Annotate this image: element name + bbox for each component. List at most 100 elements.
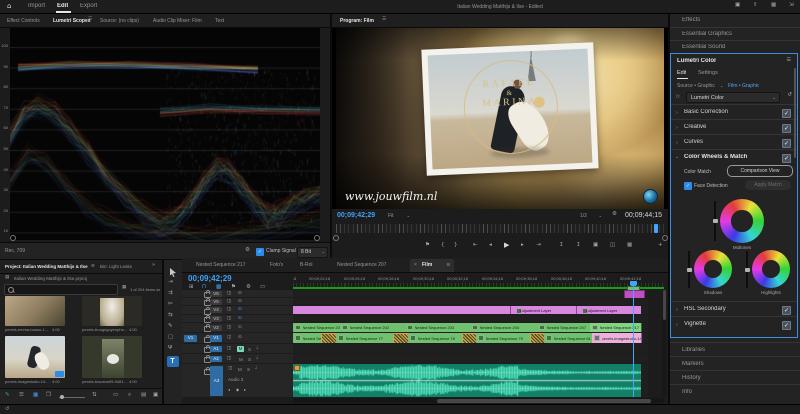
- maximize-icon[interactable]: ⇲: [789, 3, 794, 9]
- tab-effect-controls[interactable]: Effect Controls: [7, 18, 40, 24]
- panel-menu-icon[interactable]: ☰: [91, 264, 95, 268]
- timeline-clip[interactable]: Nested Sequence 78: [408, 333, 463, 343]
- tab-export[interactable]: Export: [80, 3, 97, 9]
- mute-button[interactable]: M: [238, 367, 242, 372]
- share-icon[interactable]: ⇧: [753, 3, 758, 9]
- panel-info[interactable]: Info: [670, 384, 800, 399]
- project-item-thumbnail[interactable]: [82, 296, 142, 326]
- add-marker-icon[interactable]: ⚑: [425, 243, 430, 249]
- type-tool[interactable]: T: [167, 356, 179, 367]
- mute-button[interactable]: M: [239, 357, 243, 362]
- section-basic-correction[interactable]: › Basic Correction ✓: [671, 104, 797, 120]
- project-item-thumbnail[interactable]: [5, 336, 65, 378]
- curves-checkbox[interactable]: ✓: [782, 139, 791, 148]
- timeline-ruler[interactable]: 00;09;22;18 00;09;24;18 00;09;26;18 00;0…: [293, 274, 664, 287]
- sync-status-icon[interactable]: ↺: [5, 407, 9, 412]
- panel-menu-icon[interactable]: ☰: [446, 263, 450, 267]
- close-icon[interactable]: ×: [414, 262, 417, 268]
- sync-lock-icon[interactable]: ◫: [227, 300, 231, 305]
- voiceover-mic-icon[interactable]: ♩: [256, 347, 258, 352]
- track-target-a2[interactable]: A2: [210, 356, 222, 362]
- pen-tool[interactable]: ✎: [168, 324, 173, 330]
- color-wheels-checkbox[interactable]: ✓: [782, 154, 791, 163]
- search-input[interactable]: [17, 285, 115, 294]
- keyframe-next-icon[interactable]: ▸: [244, 388, 246, 392]
- track-select-forward-tool[interactable]: ⇥: [168, 280, 173, 286]
- effect-dropdown[interactable]: Lumetri Color ⌄: [686, 92, 780, 103]
- lumetri-tab-edit[interactable]: Edit: [677, 70, 686, 76]
- shadows-wheel[interactable]: [694, 250, 732, 288]
- sync-lock-icon[interactable]: ◫: [227, 326, 231, 331]
- thumbnail-size-slider[interactable]: [59, 397, 85, 398]
- tab-nested-207[interactable]: Nested Sequence 207: [337, 262, 386, 268]
- multicam-icon[interactable]: ▦: [627, 243, 632, 249]
- audio-clip-waveform[interactable]: [293, 364, 641, 397]
- bit-depth-dropdown[interactable]: 8 Bit ⌄: [297, 247, 328, 258]
- tab-brol[interactable]: B-Rol: [300, 262, 313, 268]
- panel-markers[interactable]: Markers: [670, 356, 800, 371]
- automate-to-sequence-icon[interactable]: ▭: [113, 393, 118, 399]
- home-icon[interactable]: ⌂: [7, 3, 11, 10]
- track-target-v4[interactable]: V4: [210, 307, 222, 313]
- tab-import[interactable]: Import: [28, 3, 45, 9]
- voiceover-mic-icon[interactable]: ♩: [256, 357, 258, 362]
- search-box[interactable]: [4, 284, 118, 295]
- creative-checkbox[interactable]: ✓: [782, 124, 791, 133]
- project-item-name[interactable]: pexels-emma-bauso-1...: [5, 327, 51, 332]
- hsl-secondary-checkbox[interactable]: ✓: [782, 306, 791, 315]
- selection-tool[interactable]: [169, 268, 177, 277]
- play-icon[interactable]: ▶: [504, 242, 509, 249]
- timeline-clip[interactable]: Nested Sequence 202: [340, 323, 406, 332]
- tab-lumetri-scopes[interactable]: Lumetri Scopes: [53, 18, 91, 24]
- timeline-clip[interactable]: Nested Sequence 201: [293, 323, 341, 332]
- go-to-out-icon[interactable]: ⇥: [536, 243, 541, 249]
- project-item-thumbnail[interactable]: [82, 336, 142, 378]
- mark-out-icon[interactable]: }: [454, 243, 458, 249]
- tab-fotos[interactable]: Foto's: [270, 262, 283, 268]
- project-item-name[interactable]: pexels-trungnguyenpho...: [82, 327, 128, 332]
- panel-essential-graphics[interactable]: Essential Graphics: [670, 27, 800, 41]
- go-to-in-icon[interactable]: ⇤: [473, 243, 478, 249]
- sync-lock-icon[interactable]: ◫: [227, 308, 231, 313]
- timeline-clip[interactable]: Nested Sequence 203: [405, 323, 471, 332]
- scope-settings-wrench-icon[interactable]: ⚙: [245, 248, 250, 254]
- panel-menu-icon[interactable]: ☰: [382, 18, 386, 23]
- timeline-position-timecode[interactable]: 00;09;42;29: [188, 274, 232, 283]
- track-output-eye-icon[interactable]: ⊙: [238, 326, 242, 331]
- audio-track-name[interactable]: Audio 3: [228, 377, 243, 382]
- freeform-view-icon[interactable]: ❐: [46, 393, 51, 399]
- track-target-v2[interactable]: V2: [210, 325, 222, 331]
- tab-project[interactable]: Project: Italian Wedding Matthijs & Ilse: [5, 264, 91, 269]
- program-position-timecode[interactable]: 00;09;42;29: [337, 212, 375, 219]
- section-creative[interactable]: › Creative ✓: [671, 119, 797, 135]
- track-output-eye-icon[interactable]: ⊙: [238, 300, 242, 305]
- midtones-wheel[interactable]: [720, 199, 764, 243]
- shadows-slider[interactable]: [688, 251, 690, 288]
- timeline-clip[interactable]: Nested Sequence 79: [476, 333, 531, 343]
- timeline-clip[interactable]: Nested Sequence 81: [544, 333, 593, 343]
- track-output-eye-icon[interactable]: ⊙: [238, 292, 242, 297]
- mute-button[interactable]: M: [237, 346, 244, 352]
- lumetri-tab-settings[interactable]: Settings: [698, 70, 718, 76]
- track-target-a1[interactable]: A1: [210, 346, 222, 352]
- project-item-thumbnail[interactable]: [5, 296, 65, 326]
- workspaces-icon[interactable]: ▦: [771, 3, 776, 9]
- zoom-level-dropdown[interactable]: Fit ⌄: [386, 211, 412, 220]
- keyframe-prev-icon[interactable]: ◂: [228, 388, 230, 392]
- bin-icon[interactable]: ▤: [5, 276, 9, 281]
- section-vignette[interactable]: › Vignette ✓: [671, 316, 797, 332]
- timeline-clip[interactable]: Nested Sequence 207: [537, 323, 591, 332]
- scope-scroll-knob-right[interactable]: [314, 235, 320, 241]
- sync-lock-icon[interactable]: ◫: [228, 367, 232, 372]
- source-patch-v1[interactable]: V1: [184, 335, 197, 342]
- mark-in-icon[interactable]: {: [441, 243, 445, 249]
- face-detection-checkbox[interactable]: ✓: [684, 182, 692, 190]
- extract-icon[interactable]: ↧: [576, 243, 581, 249]
- project-item-name[interactable]: pexels-toscana99-9481...: [82, 379, 128, 384]
- track-output-eye-icon[interactable]: ⊙: [238, 308, 242, 313]
- more-tabs-icon[interactable]: »: [152, 263, 155, 268]
- highlights-slider[interactable]: [746, 251, 748, 288]
- panel-libraries[interactable]: Libraries: [670, 342, 800, 357]
- add-keyframe-icon[interactable]: ◆: [236, 388, 239, 392]
- track-output-eye-icon[interactable]: ⊙: [238, 317, 242, 322]
